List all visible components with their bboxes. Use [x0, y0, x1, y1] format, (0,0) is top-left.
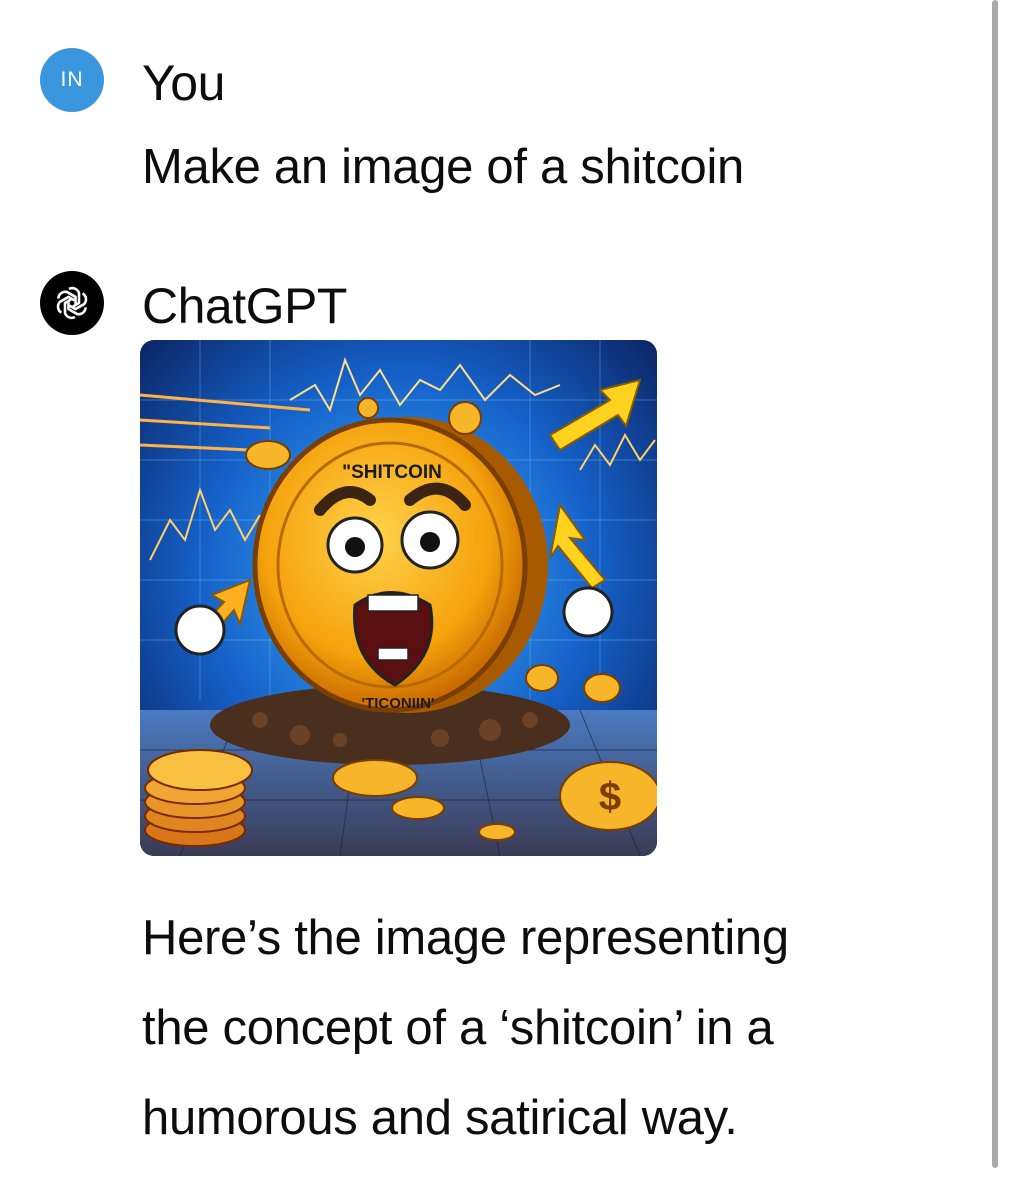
user-avatar-initials: IN [60, 68, 84, 91]
shitcoin-illustration: "SHITCOIN 'TICONIIN' $ [140, 340, 657, 856]
openai-logo-icon [40, 271, 104, 335]
coin-label-bottom: 'TICONIIN' [362, 695, 435, 712]
user-name: You [142, 55, 225, 111]
scrollbar[interactable] [992, 0, 998, 1168]
user-message: Make an image of a shitcoin [142, 140, 745, 194]
user-avatar: IN [40, 48, 104, 112]
assistant-reply-line-2: the concept of a ‘shitcoin’ in a [142, 1001, 774, 1055]
coin-label-top: "SHITCOIN [342, 462, 442, 483]
chat-page: IN You Make an image of a shitcoin ChatG… [0, 0, 1010, 1200]
assistant-reply-line-1: Here’s the image representing [142, 911, 789, 965]
openai-logo-svg [56, 286, 88, 320]
assistant-name: ChatGPT [142, 278, 347, 334]
assistant-reply-line-3: humorous and satirical way. [142, 1091, 738, 1145]
svg-text:$: $ [599, 775, 621, 819]
generated-image[interactable]: "SHITCOIN 'TICONIIN' $ [140, 340, 657, 856]
